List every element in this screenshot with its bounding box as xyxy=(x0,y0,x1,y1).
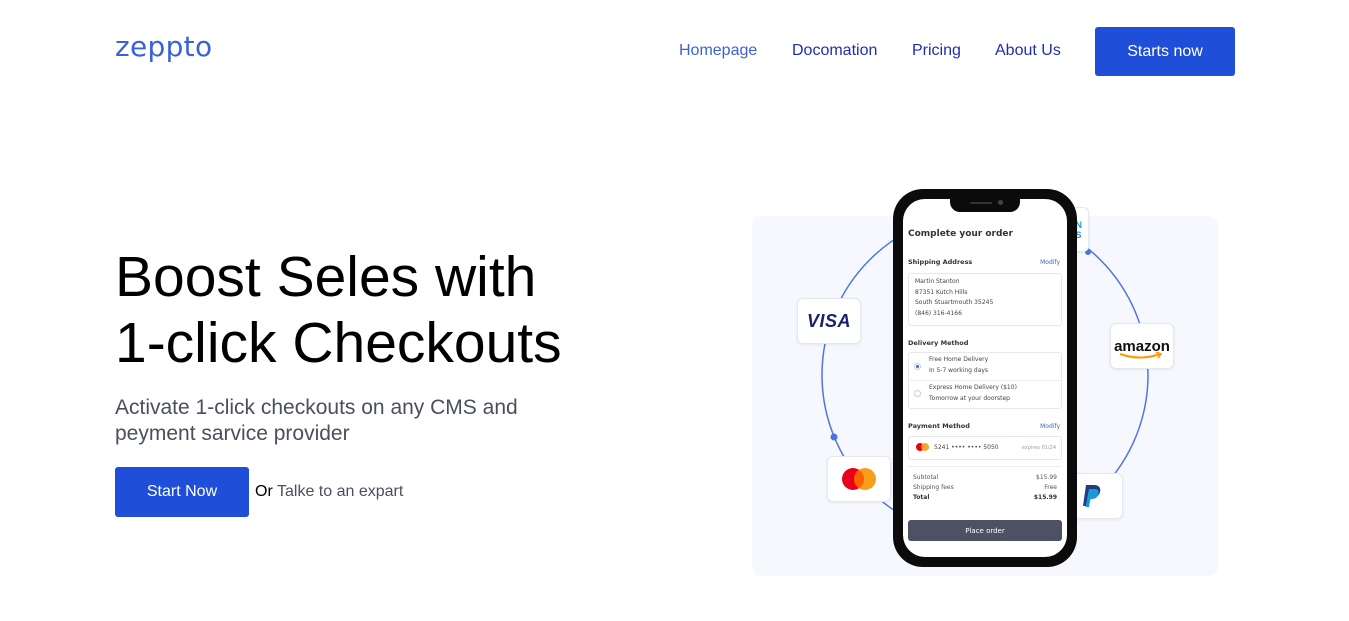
amazon-logo: amazon xyxy=(1114,338,1170,358)
or-text: Or xyxy=(255,483,273,500)
summary-value: Free xyxy=(1044,484,1057,491)
phone-screen: Complete your order Shipping Address Mod… xyxy=(903,199,1067,557)
hero-subtitle: Activate 1-click checkouts on any CMS an… xyxy=(115,396,518,445)
delivery-divider xyxy=(909,380,1061,381)
paypal-logo xyxy=(1083,485,1101,507)
place-order-button[interactable]: Place order xyxy=(908,520,1062,541)
hero-title: Boost Seles with 1-click Checkouts xyxy=(115,244,562,376)
start-now-button[interactable]: Start Now xyxy=(115,467,249,517)
delivery-option-detail: In 5-7 working days xyxy=(929,366,989,374)
summary-label: Shipping fees xyxy=(913,484,954,491)
summary-divider xyxy=(908,466,1062,467)
summary-label: Subtotal xyxy=(913,474,939,481)
card-expiry: expires 01/24 xyxy=(1021,445,1056,451)
delivery-option-detail: Tomorrow at your doorstep xyxy=(929,394,1010,402)
nav-about-us[interactable]: About Us xyxy=(995,42,1061,60)
summary-label: Total xyxy=(913,494,930,501)
address-line: 87351 Kutch Hills xyxy=(915,288,968,296)
delivery-label: Delivery Method xyxy=(908,339,969,347)
amazon-badge: amazon xyxy=(1110,323,1174,369)
delivery-options-box: Free Home Delivery In 5-7 working days E… xyxy=(908,352,1062,409)
visa-logo: VISA xyxy=(806,310,851,331)
logo[interactable]: zeppto xyxy=(115,30,212,63)
amazon-smile-icon xyxy=(1119,351,1163,358)
hero-title-line-2: 1-click Checkouts xyxy=(115,311,562,375)
summary-row-total: Total $15.99 xyxy=(913,494,1057,501)
phone-camera-icon xyxy=(998,200,1003,205)
mastercard-logo xyxy=(842,468,876,490)
shipping-modify-link[interactable]: Modify xyxy=(1040,259,1060,266)
mastercard-badge xyxy=(827,456,891,502)
visa-badge: VISA xyxy=(797,298,861,344)
summary-row-subtotal: Subtotal $15.99 xyxy=(913,474,1057,481)
shipping-address-box: Martin Stanton 87351 Kutch Hills South S… xyxy=(908,273,1062,326)
summary-value: $15.99 xyxy=(1036,474,1057,481)
summary-row-shipping: Shipping fees Free xyxy=(913,484,1057,491)
nav-docomation[interactable]: Docomation xyxy=(792,42,877,60)
checkout-title: Complete your order xyxy=(908,229,1013,239)
phone-notch xyxy=(950,199,1020,212)
delivery-option-free[interactable]: Free Home Delivery In 5-7 working days xyxy=(929,355,988,376)
address-line: Martin Stanton xyxy=(915,278,960,285)
summary-value: $15.99 xyxy=(1033,494,1057,501)
phone-mockup: Complete your order Shipping Address Mod… xyxy=(893,189,1077,567)
payment-label: Payment Method xyxy=(908,422,970,430)
address-line: South Stuartmouth 35245 xyxy=(915,299,994,306)
starts-now-button[interactable]: Starts now xyxy=(1095,27,1235,76)
address-line: (846) 316-4166 xyxy=(915,309,962,317)
hero-title-line-1: Boost Seles with xyxy=(115,245,537,309)
payment-modify-link[interactable]: Modify xyxy=(1040,423,1060,430)
delivery-radio-free[interactable] xyxy=(914,363,921,370)
payment-card-box: 5241 •••• •••• 5050 expires 01/24 xyxy=(908,436,1062,460)
mastercard-mini-icon xyxy=(916,443,930,451)
shipping-label: Shipping Address xyxy=(908,258,973,266)
delivery-radio-express[interactable] xyxy=(914,390,921,397)
talk-to-expert-link[interactable]: Talke to an expart xyxy=(277,483,403,501)
orbit-dot xyxy=(830,433,838,441)
address-block: Martin Stanton 87351 Kutch Hills South S… xyxy=(915,277,993,319)
nav-pricing[interactable]: Pricing xyxy=(912,42,961,60)
delivery-option-name: Free Home Delivery xyxy=(929,356,989,363)
phone-speaker xyxy=(970,202,992,204)
delivery-option-express[interactable]: Express Home Delivery ($10) Tomorrow at … xyxy=(929,383,1017,404)
nav-homepage[interactable]: Homepage xyxy=(679,42,757,60)
delivery-option-name: Express Home Delivery ($10) xyxy=(929,384,1017,391)
card-number: 5241 •••• •••• 5050 xyxy=(934,444,999,451)
